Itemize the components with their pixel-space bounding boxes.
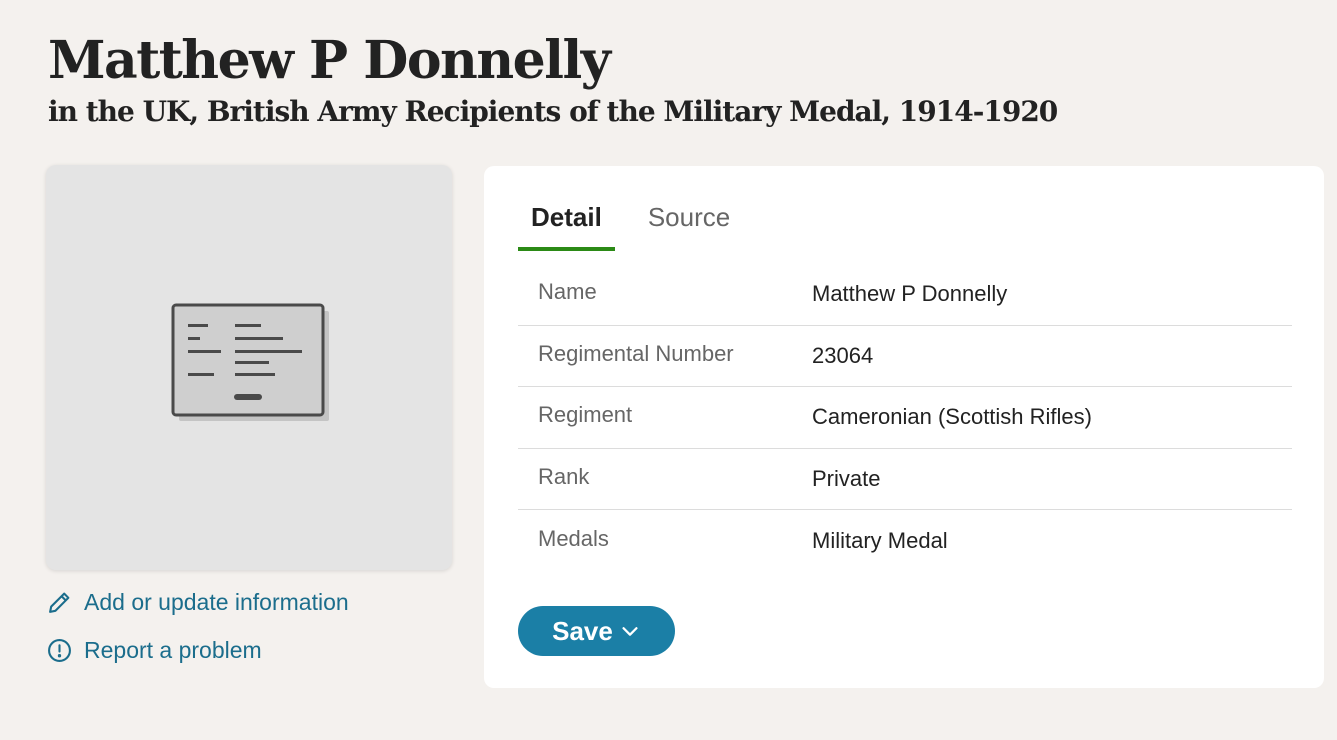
detail-value: Matthew P Donnelly bbox=[812, 281, 1008, 307]
detail-row-regimental-number: Regimental Number 23064 bbox=[518, 326, 1292, 387]
detail-value: 23064 bbox=[812, 342, 874, 368]
tab-detail[interactable]: Detail bbox=[518, 202, 615, 251]
tab-source[interactable]: Source bbox=[635, 202, 743, 251]
detail-row-rank: Rank Private bbox=[518, 449, 1292, 510]
detail-label: Rank bbox=[538, 463, 590, 489]
report-problem-link[interactable]: Report a problem bbox=[47, 637, 262, 664]
record-detail-card: Detail Source Name Matthew P Donnelly Re… bbox=[484, 166, 1324, 688]
report-problem-label: Report a problem bbox=[84, 637, 262, 663]
save-button-label: Save bbox=[552, 615, 613, 646]
record-document-icon bbox=[171, 303, 329, 421]
detail-value: Private bbox=[812, 465, 881, 491]
detail-label: Regimental Number bbox=[538, 340, 734, 366]
detail-label: Medals bbox=[538, 525, 609, 551]
tab-bar: Detail Source bbox=[518, 202, 763, 251]
detail-row-name: Name Matthew P Donnelly bbox=[518, 264, 1292, 326]
alert-circle-icon bbox=[48, 639, 71, 662]
pencil-icon bbox=[49, 592, 70, 613]
page-subtitle: in the UK, British Army Recipients of th… bbox=[48, 95, 1058, 128]
detail-table: Name Matthew P Donnelly Regimental Numbe… bbox=[518, 264, 1292, 572]
chevron-down-icon bbox=[622, 627, 638, 636]
detail-value: Cameronian (Scottish Rifles) bbox=[812, 404, 1092, 430]
detail-row-regiment: Regiment Cameronian (Scottish Rifles) bbox=[518, 387, 1292, 449]
detail-label: Name bbox=[538, 279, 597, 305]
detail-value: Military Medal bbox=[812, 527, 948, 553]
add-update-information-label: Add or update information bbox=[84, 589, 349, 615]
save-button[interactable]: Save bbox=[518, 606, 675, 656]
page-title: Matthew P Donnelly bbox=[48, 30, 611, 91]
add-update-information-link[interactable]: Add or update information bbox=[47, 589, 349, 616]
detail-label: Regiment bbox=[538, 402, 633, 428]
detail-row-medals: Medals Military Medal bbox=[518, 510, 1292, 572]
